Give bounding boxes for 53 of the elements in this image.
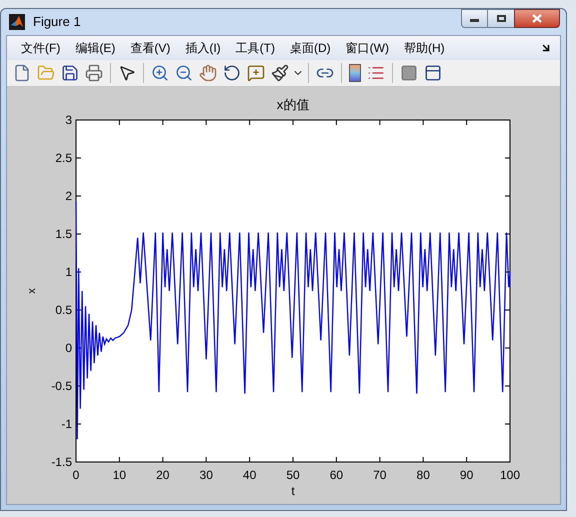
dock-arrow-icon[interactable] (540, 42, 552, 54)
close-icon (532, 14, 542, 23)
hand-icon[interactable] (199, 64, 217, 82)
print-icon[interactable] (85, 64, 103, 82)
y-tick-label: 0 (65, 341, 72, 355)
menu-item[interactable]: 插入(I) (179, 39, 227, 57)
x-tick-label: 100 (500, 468, 520, 482)
x-tick-label: 60 (330, 468, 344, 482)
x-axis-label: t (291, 484, 295, 498)
close-button[interactable] (514, 9, 560, 28)
y-tick-label: -1.5 (51, 455, 72, 469)
save-icon[interactable] (61, 64, 79, 82)
y-tick-label: 3 (65, 113, 72, 127)
x-tick-label: 70 (373, 468, 386, 482)
x-tick-label: 90 (460, 468, 474, 482)
y-tick-label: 0.5 (55, 303, 72, 317)
brush-icon[interactable] (271, 64, 289, 82)
y-tick-label: -0.5 (51, 379, 72, 393)
x-tick-label: 20 (156, 468, 170, 482)
x-tick-label: 10 (112, 468, 126, 482)
app-logo-icon (9, 14, 25, 30)
y-tick-label: 2 (65, 189, 72, 203)
maximize-button[interactable] (488, 9, 514, 28)
colorbar-icon[interactable] (349, 64, 361, 82)
data-cursor-icon[interactable] (247, 64, 265, 82)
x-tick-label: 50 (286, 468, 300, 482)
new-file-icon[interactable] (13, 64, 31, 82)
y-tick-label: 1 (65, 265, 72, 279)
menu-item[interactable]: 编辑(E) (69, 39, 122, 57)
rotate-icon[interactable] (223, 64, 241, 82)
menu-item[interactable]: 工具(T) (230, 39, 281, 57)
window-title: Figure 1 (33, 13, 81, 32)
y-tick-label: 2.5 (55, 151, 72, 165)
chart-title: x的值 (276, 97, 310, 112)
x-tick-label: 0 (72, 468, 80, 482)
menu-item[interactable]: 文件(F) (15, 39, 66, 57)
legend-icon[interactable] (367, 64, 385, 82)
zoom-out-icon[interactable] (175, 64, 193, 82)
panel-icon[interactable] (424, 64, 442, 82)
zoom-in-icon[interactable] (151, 64, 169, 82)
x-tick-label: 80 (416, 468, 430, 482)
x-tick-label: 40 (242, 468, 256, 482)
pointer-icon[interactable] (118, 64, 136, 82)
y-tick-label: -1 (61, 417, 72, 431)
menu-item[interactable]: 窗口(W) (340, 39, 395, 57)
square-icon[interactable] (400, 64, 418, 82)
menu-item[interactable]: 帮助(H) (398, 39, 451, 57)
menu-item[interactable]: 查看(V) (124, 39, 176, 57)
minimize-button[interactable] (461, 9, 488, 28)
y-axis-label: x (26, 288, 38, 294)
y-tick-label: 1.5 (55, 227, 72, 241)
menu-item[interactable]: 桌面(D) (284, 39, 337, 57)
x-tick-label: 30 (200, 468, 213, 482)
